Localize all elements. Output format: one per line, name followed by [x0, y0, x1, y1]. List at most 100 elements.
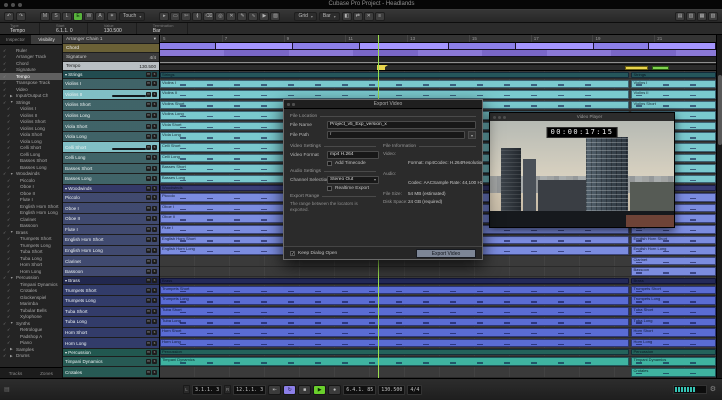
- midi-clip[interactable]: Trumpets Short: [631, 285, 716, 295]
- infoline-field[interactable]: Type Tempo: [10, 23, 41, 34]
- check-icon[interactable]: ✓: [7, 152, 12, 157]
- solo-button[interactable]: s: [152, 298, 157, 304]
- disclosure-icon[interactable]: ▼: [10, 172, 14, 176]
- visibility-list-item[interactable]: ✓ English Horn Long: [0, 210, 62, 217]
- track-lane[interactable]: Horn Long Horn Long: [160, 338, 716, 349]
- track-lane[interactable]: Trumpets Long Trumpets Long: [160, 295, 716, 307]
- midi-clip[interactable]: Percussion: [160, 349, 629, 356]
- track-header-row[interactable]: Strings m s: [63, 71, 159, 79]
- arranger-segment[interactable]: [593, 43, 650, 49]
- check-icon[interactable]: ✓: [7, 217, 12, 222]
- mute-button[interactable]: m: [146, 278, 151, 284]
- visibility-list-item[interactable]: ✓ ▶ Drums: [0, 353, 62, 360]
- track-header-row[interactable]: Trumpets Short m s: [63, 285, 159, 296]
- solo-button[interactable]: s: [152, 278, 157, 284]
- window-zoom-button[interactable]: [18, 2, 22, 7]
- check-icon[interactable]: ✓: [7, 126, 12, 131]
- check-icon[interactable]: ✓: [7, 249, 12, 254]
- track-header-row[interactable]: Viola Long m s: [63, 131, 159, 143]
- track-header-row[interactable]: Violins Long m s: [63, 110, 159, 122]
- automation-mode-dropdown[interactable]: Touch ▾: [119, 11, 146, 21]
- track-header-row[interactable]: Horn Long m s: [63, 338, 159, 349]
- midi-clip[interactable]: English Horn Long: [631, 246, 716, 255]
- solo-button[interactable]: s: [152, 134, 157, 140]
- mute-button[interactable]: m: [146, 349, 151, 355]
- grid-type-dropdown[interactable]: Bar ▾: [318, 11, 340, 21]
- marker-event[interactable]: [651, 66, 670, 70]
- check-icon[interactable]: ✓: [3, 74, 8, 79]
- midi-clip[interactable]: Strings: [631, 71, 716, 78]
- solo-button[interactable]: s: [152, 205, 157, 211]
- solo-button[interactable]: s: [152, 185, 157, 191]
- track-header-row[interactable]: Timpani Dynamics m s: [63, 356, 159, 368]
- mute-button[interactable]: m: [146, 319, 151, 325]
- disclosure-icon[interactable]: ▼: [10, 230, 14, 234]
- solo-button[interactable]: s: [152, 81, 157, 87]
- solo-button[interactable]: s: [152, 176, 157, 182]
- track-header-row[interactable]: Viola Short m s: [63, 121, 159, 132]
- check-icon[interactable]: ✓: [7, 334, 12, 339]
- settings-gear-icon[interactable]: ⚙: [710, 385, 716, 395]
- disclosure-icon[interactable]: ▼: [10, 100, 14, 104]
- tab-inspector[interactable]: Inspector: [0, 35, 31, 44]
- track-header-row[interactable]: Brass m s: [63, 277, 159, 286]
- automation-state-button[interactable]: A: [95, 11, 105, 21]
- check-icon[interactable]: ✓: [7, 132, 12, 137]
- mute-button[interactable]: m: [146, 369, 151, 375]
- check-icon[interactable]: ✓: [3, 321, 8, 326]
- dialog-minimize-button[interactable]: [292, 102, 295, 106]
- keep-dialog-open-checkbox[interactable]: ✓: [290, 250, 295, 256]
- mute-button[interactable]: m: [146, 216, 151, 222]
- midi-clip[interactable]: Brass: [160, 277, 629, 284]
- check-icon[interactable]: ✓: [7, 256, 12, 261]
- mute-button[interactable]: m: [146, 72, 151, 77]
- track-header-row[interactable]: Piccolo m s: [63, 192, 159, 204]
- solo-button[interactable]: s: [152, 72, 157, 77]
- tool-button[interactable]: ∿: [248, 11, 259, 21]
- track-header-row[interactable]: Basses Short m s: [63, 163, 159, 175]
- bottom-tab[interactable]: Zones: [31, 368, 62, 378]
- mute-button[interactable]: m: [146, 308, 151, 314]
- left-locator-field[interactable]: 3.1.1. 3: [192, 384, 223, 395]
- arranger-segment[interactable]: [360, 43, 450, 49]
- video-close-button[interactable]: [493, 115, 496, 119]
- mute-button[interactable]: m: [146, 258, 151, 264]
- mute-button[interactable]: m: [146, 91, 151, 97]
- automation-state-button[interactable]: M: [40, 11, 50, 21]
- mute-button[interactable]: m: [146, 185, 151, 191]
- scrollbar-thumb[interactable]: [718, 75, 722, 145]
- track-header-row[interactable]: English Horn Short m s: [63, 235, 159, 246]
- check-icon[interactable]: ✓: [7, 269, 12, 274]
- mute-button[interactable]: m: [146, 205, 151, 211]
- mute-button[interactable]: m: [146, 113, 151, 119]
- grid-dropdown[interactable]: Grid ▾: [294, 11, 317, 21]
- snap-option-button[interactable]: ✕: [363, 11, 374, 21]
- snap-option-button[interactable]: ≡: [374, 11, 385, 21]
- video-titlebar[interactable]: Video Player: [490, 113, 674, 121]
- midi-clip[interactable]: Bassoon: [631, 267, 716, 276]
- track-header-row[interactable]: Basses Long m s: [63, 174, 159, 185]
- track-lane[interactable]: Percussion Percussion: [160, 348, 716, 357]
- midi-clip[interactable]: Trumpets Long: [631, 296, 716, 306]
- mute-button[interactable]: m: [146, 237, 151, 243]
- check-icon[interactable]: ✓: [7, 210, 12, 215]
- check-icon[interactable]: ✓: [7, 145, 12, 150]
- midi-clip[interactable]: Clarinet: [631, 256, 716, 266]
- track-lane[interactable]: Strings Strings: [160, 71, 716, 79]
- mute-button[interactable]: m: [146, 247, 151, 253]
- midi-clip[interactable]: Violins I: [631, 79, 716, 89]
- track-lane[interactable]: Tuba Short Tuba Short: [160, 306, 716, 318]
- mute-button[interactable]: m: [146, 340, 151, 346]
- tool-button[interactable]: ⌫: [203, 11, 215, 21]
- tool-button[interactable]: ✄: [181, 11, 192, 21]
- record-button[interactable]: ●: [328, 384, 342, 395]
- tool-button[interactable]: ▧: [270, 11, 281, 21]
- disclosure-icon[interactable]: ▼: [10, 276, 14, 280]
- right-locator-field[interactable]: 12.1.1. 3: [233, 384, 267, 395]
- arranger-segment[interactable]: [160, 43, 216, 49]
- check-icon[interactable]: ✓: [7, 308, 12, 313]
- track-header-row[interactable]: Percussion m s: [63, 348, 159, 357]
- disclosure-icon[interactable]: ▶: [10, 347, 14, 351]
- check-icon[interactable]: ✓: [7, 158, 12, 163]
- track-header-row[interactable]: Crotales m s: [63, 367, 159, 378]
